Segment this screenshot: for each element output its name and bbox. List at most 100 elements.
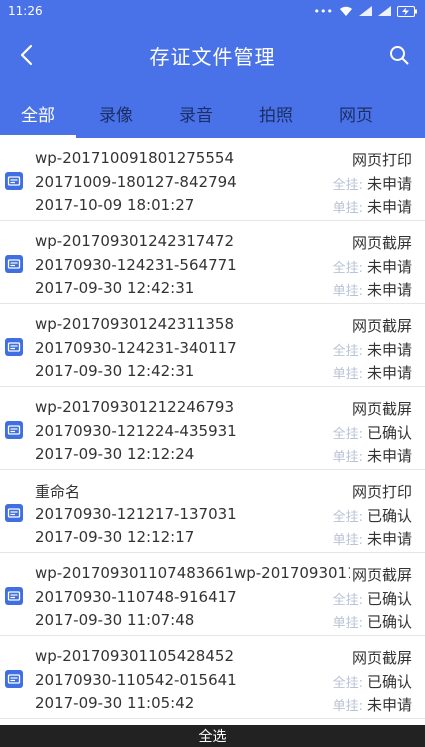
search-icon xyxy=(390,46,409,65)
single-notary-value: 已确认 xyxy=(366,613,412,631)
file-date: 2017-09-30 12:42:31 xyxy=(35,279,195,297)
full-notary-status: 全挂: 已确认 xyxy=(333,505,412,526)
full-notary-status: 全挂: 已确认 xyxy=(333,422,412,443)
full-notary-status: 全挂: 未申请 xyxy=(333,256,412,277)
single-notary-label: 单挂: xyxy=(332,533,363,548)
full-notary-status: 全挂: 未申请 xyxy=(333,339,412,360)
single-notary-status: 单挂: 未申请 xyxy=(333,362,412,383)
full-notary-value: 已确认 xyxy=(366,424,412,442)
tab-all[interactable]: 全部 xyxy=(0,88,76,138)
file-code: 20171009-180127-842794 xyxy=(35,173,237,191)
file-name: wp-20171009180127555​4 xyxy=(35,149,234,167)
list-item[interactable]: wp-20171009180127555​4 网页打印 20171009-18012… xyxy=(0,138,425,221)
full-notary-label: 全挂: xyxy=(332,427,363,442)
list-item[interactable]: wp-201709301242317472 网页截屏 20170930-124231… xyxy=(0,221,425,304)
file-code: 20170930-124231-564771 xyxy=(35,256,237,274)
file-type: 网页截屏 xyxy=(349,232,412,253)
single-notary-label: 单挂: xyxy=(332,284,363,299)
file-card-icon xyxy=(5,172,23,190)
single-notary-status: 单挂: 未申请 xyxy=(333,445,412,466)
list-item[interactable]: wp-201709301212246793 网页截屏 20170930-121224… xyxy=(0,387,425,470)
tab-audio[interactable]: 录音 xyxy=(156,88,236,138)
file-name: wp-201709301105428452 xyxy=(35,647,234,665)
full-notary-value: 已确认 xyxy=(366,673,412,691)
single-notary-value: 未申请 xyxy=(366,198,412,216)
file-date: 2017-09-30 12:12:17 xyxy=(35,528,195,546)
back-arrow-icon xyxy=(20,44,33,66)
list-item[interactable]: wp-201709301105428452 网页截屏 20170930-110542… xyxy=(0,636,425,719)
file-type: 网页截屏 xyxy=(349,398,412,419)
select-all-label: 全选 xyxy=(198,729,227,745)
file-code: 20170930-124231-340117 xyxy=(35,339,237,357)
tab-photo[interactable]: 拍照 xyxy=(236,88,316,138)
single-notary-status: 单挂: 未申请 xyxy=(333,528,412,549)
single-notary-value: 未申请 xyxy=(366,696,412,714)
tab-screenshot[interactable]: 截 xyxy=(396,88,425,138)
file-date: 2017-09-30 12:42:31 xyxy=(35,362,195,380)
file-type: 网页截屏 xyxy=(349,564,412,585)
full-notary-value: 未申请 xyxy=(366,341,412,359)
file-code: 20170930-121217-137031 xyxy=(35,505,237,523)
file-type: 网页打印 xyxy=(349,149,412,170)
full-notary-label: 全挂: xyxy=(332,261,363,276)
file-type: 网页打印 xyxy=(349,481,412,502)
file-card-icon xyxy=(5,255,23,273)
single-notary-label: 单挂: xyxy=(332,450,363,465)
full-notary-label: 全挂: xyxy=(332,344,363,359)
app-bar: 存证文件管理 xyxy=(0,22,425,88)
file-date: 2017-09-30 11:05:42 xyxy=(35,694,195,712)
file-card-icon xyxy=(5,504,23,522)
full-notary-status: 全挂: 已确认 xyxy=(333,671,412,692)
file-type: 网页截屏 xyxy=(349,315,412,336)
full-notary-label: 全挂: xyxy=(332,593,363,608)
full-notary-label: 全挂: xyxy=(332,510,363,525)
status-time: 11:26 xyxy=(8,4,43,18)
category-tabs: 全部 录像 录音 拍照 网页 截 xyxy=(0,88,425,138)
full-notary-status: 全挂: 已确认 xyxy=(333,588,412,609)
full-notary-value: 已确认 xyxy=(366,590,412,608)
file-card-icon xyxy=(5,421,23,439)
status-icons: ••• xyxy=(314,5,417,18)
single-notary-status: 单挂: 未申请 xyxy=(333,279,412,300)
back-button[interactable] xyxy=(12,41,40,69)
full-notary-value: 已确认 xyxy=(366,507,412,525)
file-name: 重命名 xyxy=(35,483,81,501)
single-notary-label: 单挂: xyxy=(332,616,363,631)
select-all-button[interactable]: 全选 xyxy=(0,725,425,747)
full-notary-status: 全挂: 未申请 xyxy=(333,173,412,194)
more-dots-icon: ••• xyxy=(313,4,333,18)
wifi-icon xyxy=(340,6,352,16)
file-name: wp-201709301107483661wp-201709301107 xyxy=(35,564,350,582)
single-notary-label: 单挂: xyxy=(332,699,363,714)
charging-battery-icon xyxy=(397,5,417,17)
file-name: wp-201709301242317472 xyxy=(35,232,234,250)
search-button[interactable] xyxy=(385,41,413,69)
signal-icon xyxy=(359,6,372,16)
single-notary-label: 单挂: xyxy=(332,201,363,216)
single-notary-status: 单挂: 未申请 xyxy=(333,694,412,715)
file-name: wp-201709301242311358 xyxy=(35,315,234,333)
tab-video[interactable]: 录像 xyxy=(76,88,156,138)
list-item[interactable]: 重命名 网页打印 20170930-121217-137031 全挂: 已确认 2017-… xyxy=(0,470,425,553)
signal-icon xyxy=(378,6,391,16)
single-notary-label: 单挂: xyxy=(332,367,363,382)
full-notary-label: 全挂: xyxy=(332,178,363,193)
list-item[interactable]: wp-201709301242311358 网页截屏 20170930-124231… xyxy=(0,304,425,387)
full-notary-value: 未申请 xyxy=(366,258,412,276)
list-item[interactable]: wp-201709301107483661wp-201709301107 网页截屏… xyxy=(0,553,425,636)
file-card-icon xyxy=(5,338,23,356)
file-type: 网页截屏 xyxy=(349,647,412,668)
file-card-icon xyxy=(5,587,23,605)
tab-webpage[interactable]: 网页 xyxy=(316,88,396,138)
file-list: wp-20171009180127555​4 网页打印 20171009-18012… xyxy=(0,138,425,719)
file-date: 2017-09-30 12:12:24 xyxy=(35,445,195,463)
full-notary-label: 全挂: xyxy=(332,676,363,691)
file-code: 20170930-110748-916417 xyxy=(35,588,237,606)
file-name: wp-201709301212246793 xyxy=(35,398,234,416)
file-date: 2017-10-09 18:01:27 xyxy=(35,196,195,214)
single-notary-value: 未申请 xyxy=(366,530,412,548)
full-notary-value: 未申请 xyxy=(366,175,412,193)
file-code: 20170930-121224-435931 xyxy=(35,422,237,440)
single-notary-value: 未申请 xyxy=(366,364,412,382)
file-card-icon xyxy=(5,670,23,688)
